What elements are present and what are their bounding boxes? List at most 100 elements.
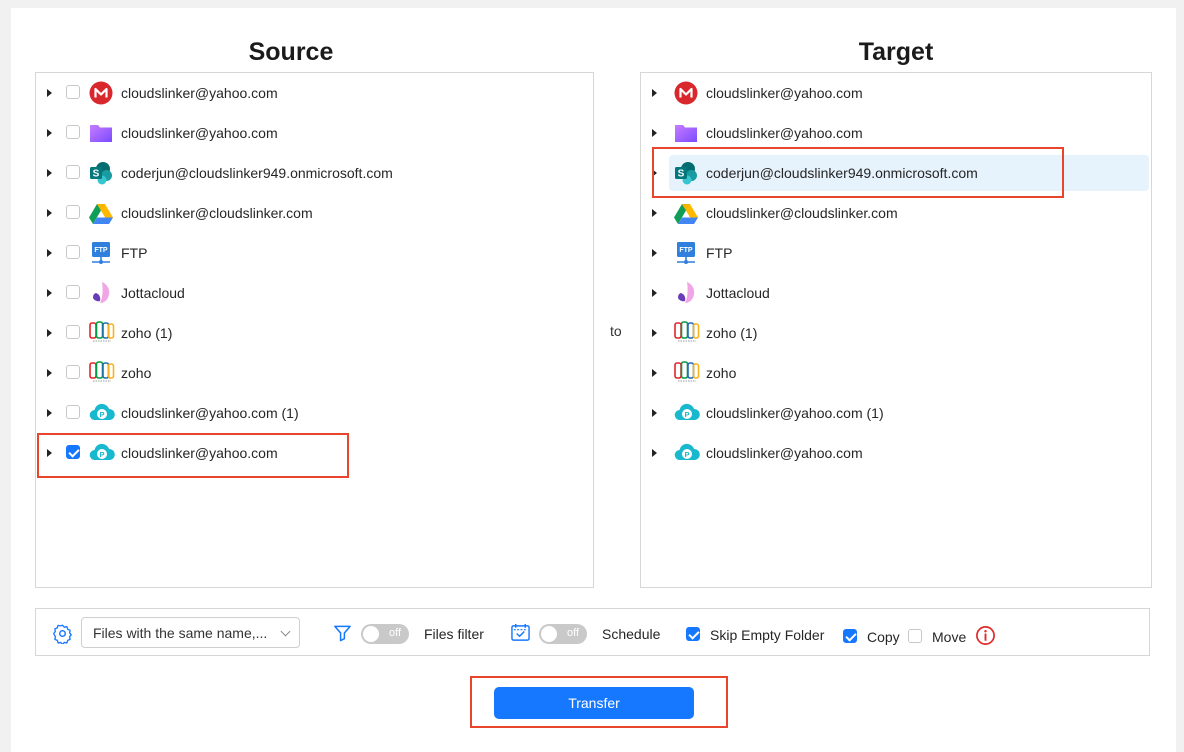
copy-checkbox[interactable]: [843, 629, 857, 643]
files-filter-label: Files filter: [424, 626, 484, 642]
transfer-button[interactable]: Transfer: [494, 687, 694, 719]
row-label: FTP: [706, 245, 733, 261]
to-label: to: [610, 323, 622, 339]
tree-row[interactable]: Pcloudslinker@yahoo.com (1): [641, 393, 1151, 433]
expand-arrow-icon[interactable]: [652, 89, 657, 97]
pcloud-icon: P: [89, 401, 115, 425]
source-title: Source: [248, 38, 334, 66]
gear-icon[interactable]: [52, 623, 73, 644]
tree-row[interactable]: zoho: [641, 353, 1151, 393]
tree-row[interactable]: cloudslinker@yahoo.com: [641, 73, 1151, 113]
row-label: zoho: [121, 365, 152, 381]
skip-empty-folder-checkbox[interactable]: [686, 627, 700, 641]
mega-icon: [89, 81, 113, 105]
tree-row[interactable]: Scoderjun@cloudslinker949.onmicrosoft.co…: [36, 153, 593, 193]
svg-text:FTP: FTP: [679, 247, 693, 254]
schedule-label: Schedule: [602, 626, 661, 642]
zoho-icon: [674, 361, 700, 385]
row-label: zoho (1): [121, 325, 173, 341]
target-title: Target: [858, 38, 934, 66]
purple-folder-icon: [674, 121, 698, 145]
files-filter-toggle-state: off: [388, 627, 401, 639]
files-filter-toggle[interactable]: off: [361, 624, 409, 644]
expand-arrow-icon[interactable]: [652, 329, 657, 337]
expand-arrow-icon[interactable]: [47, 369, 52, 377]
mega-icon: [674, 81, 698, 105]
row-label: zoho: [706, 365, 737, 381]
expand-arrow-icon[interactable]: [652, 449, 657, 457]
info-icon[interactable]: [975, 625, 996, 646]
row-label: Jottacloud: [706, 285, 770, 301]
sharepoint-icon: S: [89, 161, 113, 185]
conflict-select[interactable]: Files with the same name,...: [81, 617, 300, 648]
tree-row[interactable]: cloudslinker@yahoo.com: [36, 113, 593, 153]
row-checkbox[interactable]: [66, 165, 80, 179]
tree-row[interactable]: Pcloudslinker@yahoo.com (1): [36, 393, 593, 433]
target-selection-highlight: [652, 147, 1064, 198]
row-checkbox[interactable]: [66, 85, 80, 99]
row-label: cloudslinker@yahoo.com: [706, 85, 863, 101]
row-label: cloudslinker@cloudslinker.com: [706, 205, 898, 221]
svg-text:FTP: FTP: [94, 247, 108, 254]
zoho-icon: [89, 361, 115, 385]
row-label: FTP: [121, 245, 148, 261]
row-label: coderjun@cloudslinker949.onmicrosoft.com: [121, 165, 393, 181]
filter-icon: [334, 625, 351, 642]
copy-label: Copy: [867, 629, 900, 645]
expand-arrow-icon[interactable]: [652, 129, 657, 137]
expand-arrow-icon[interactable]: [47, 129, 52, 137]
expand-arrow-icon[interactable]: [652, 209, 657, 217]
google-drive-icon: [674, 201, 698, 225]
move-checkbox[interactable]: [908, 629, 922, 643]
expand-arrow-icon[interactable]: [652, 409, 657, 417]
tree-row[interactable]: cloudslinker@cloudslinker.com: [641, 193, 1151, 233]
svg-text:P: P: [684, 450, 689, 459]
tree-row[interactable]: Jottacloud: [36, 273, 593, 313]
tree-row[interactable]: cloudslinker@yahoo.com: [36, 73, 593, 113]
expand-arrow-icon[interactable]: [47, 209, 52, 217]
schedule-toggle[interactable]: off: [539, 624, 587, 644]
expand-arrow-icon[interactable]: [652, 369, 657, 377]
row-checkbox[interactable]: [66, 325, 80, 339]
purple-folder-icon: [89, 121, 113, 145]
chevron-down-icon: [280, 626, 291, 637]
tree-row[interactable]: zoho (1): [36, 313, 593, 353]
move-label: Move: [932, 629, 967, 645]
calendar-icon: [511, 623, 530, 641]
source-selection-highlight: [37, 433, 349, 478]
tree-row[interactable]: cloudslinker@cloudslinker.com: [36, 193, 593, 233]
row-label: cloudslinker@yahoo.com: [706, 125, 863, 141]
tree-row[interactable]: FTP FTP: [36, 233, 593, 273]
source-tree: cloudslinker@yahoo.com cloudslinker@yahoo…: [35, 72, 594, 588]
row-checkbox[interactable]: [66, 125, 80, 139]
expand-arrow-icon[interactable]: [47, 249, 52, 257]
expand-arrow-icon[interactable]: [47, 289, 52, 297]
svg-text:P: P: [684, 410, 689, 419]
tree-row[interactable]: FTP FTP: [641, 233, 1151, 273]
jottacloud-icon: [89, 281, 113, 305]
row-checkbox[interactable]: [66, 245, 80, 259]
row-label: zoho (1): [706, 325, 758, 341]
tree-row[interactable]: zoho: [36, 353, 593, 393]
zoho-icon: [89, 321, 115, 345]
expand-arrow-icon[interactable]: [47, 89, 52, 97]
row-checkbox[interactable]: [66, 405, 80, 419]
pcloud-icon: P: [674, 441, 700, 465]
expand-arrow-icon[interactable]: [47, 409, 52, 417]
expand-arrow-icon[interactable]: [652, 289, 657, 297]
row-checkbox[interactable]: [66, 365, 80, 379]
row-checkbox[interactable]: [66, 285, 80, 299]
zoho-icon: [674, 321, 700, 345]
tree-row[interactable]: zoho (1): [641, 313, 1151, 353]
row-label: Jottacloud: [121, 285, 185, 301]
row-checkbox[interactable]: [66, 205, 80, 219]
tree-row[interactable]: Pcloudslinker@yahoo.com: [641, 433, 1151, 473]
tree-row[interactable]: Jottacloud: [641, 273, 1151, 313]
google-drive-icon: [89, 201, 113, 225]
expand-arrow-icon[interactable]: [47, 329, 52, 337]
schedule-toggle-state: off: [566, 627, 579, 639]
pcloud-icon: P: [674, 401, 700, 425]
expand-arrow-icon[interactable]: [652, 249, 657, 257]
skip-empty-folder-label: Skip Empty Folder: [710, 627, 825, 643]
expand-arrow-icon[interactable]: [47, 169, 52, 177]
